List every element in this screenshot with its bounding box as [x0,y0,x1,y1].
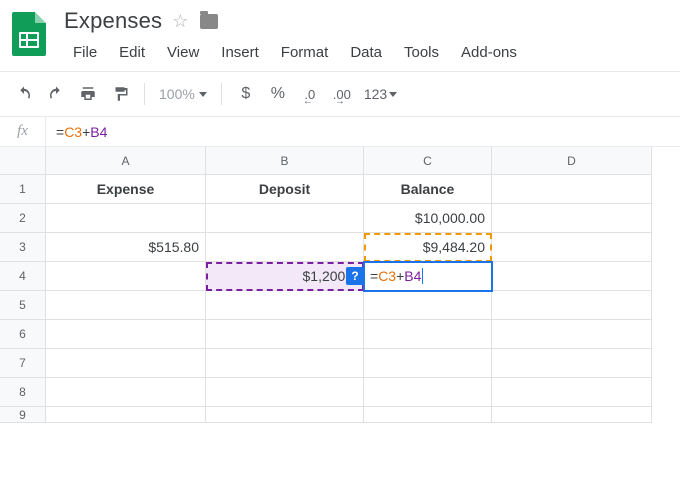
text-cursor [422,268,423,284]
formula-bar: fx =C3+B4 [0,117,680,147]
cell-C7[interactable] [364,349,492,378]
folder-icon[interactable] [200,14,218,29]
menu-bar: File Edit View Insert Format Data Tools … [64,40,668,65]
row-header-8[interactable]: 8 [0,378,46,407]
cell-C5[interactable] [364,291,492,320]
cell-B4[interactable]: $1,200.0 [206,262,364,291]
menu-edit[interactable]: Edit [110,40,154,65]
zoom-value: 100% [159,86,195,102]
cell-A7[interactable] [46,349,206,378]
select-all-corner[interactable] [0,147,46,175]
formula-input[interactable]: =C3+B4 [46,124,117,140]
menu-insert[interactable]: Insert [212,40,268,65]
cell-B1[interactable]: Deposit [206,175,364,204]
cell-A5[interactable] [46,291,206,320]
cell-B9[interactable] [206,407,364,423]
cell-C3[interactable]: $9,484.20 [364,233,492,262]
row-header-6[interactable]: 6 [0,320,46,349]
cell-C2[interactable]: $10,000.00 [364,204,492,233]
separator [144,83,145,105]
chevron-down-icon [199,92,207,97]
menu-file[interactable]: File [64,40,106,65]
redo-button[interactable] [42,80,70,108]
col-header-D[interactable]: D [492,147,652,175]
col-header-C[interactable]: C [364,147,492,175]
cell-D4[interactable] [492,262,652,291]
zoom-dropdown[interactable]: 100% [155,86,211,102]
row-header-9[interactable]: 9 [0,407,46,423]
menu-format[interactable]: Format [272,40,338,65]
chevron-down-icon [389,92,397,97]
separator [221,83,222,105]
more-formats-dropdown[interactable]: 123 [360,86,401,102]
row-header-3[interactable]: 3 [0,233,46,262]
menu-tools[interactable]: Tools [395,40,448,65]
document-title[interactable]: Expenses [64,8,162,34]
cell-C4[interactable]: ? =C3+B4 [364,262,492,291]
fx-label[interactable]: fx [0,117,46,146]
menu-data[interactable]: Data [341,40,391,65]
formula-help-icon[interactable]: ? [346,267,364,285]
row-header-4[interactable]: 4 [0,262,46,291]
increase-decimal-button[interactable]: .00→ [328,80,356,108]
cell-D5[interactable] [492,291,652,320]
row-header-1[interactable]: 1 [0,175,46,204]
format-currency-button[interactable]: $ [232,80,260,108]
col-header-A[interactable]: A [46,147,206,175]
menu-addons[interactable]: Add-ons [452,40,526,65]
col-header-B[interactable]: B [206,147,364,175]
row-header-7[interactable]: 7 [0,349,46,378]
cell-D1[interactable] [492,175,652,204]
decrease-decimal-button[interactable]: .0← [296,80,324,108]
more-formats-label: 123 [364,86,387,102]
cell-C8[interactable] [364,378,492,407]
menu-view[interactable]: View [158,40,208,65]
undo-button[interactable] [10,80,38,108]
cell-B8[interactable] [206,378,364,407]
cell-B2[interactable] [206,204,364,233]
row-header-2[interactable]: 2 [0,204,46,233]
row-header-5[interactable]: 5 [0,291,46,320]
cell-A9[interactable] [46,407,206,423]
cell-C1[interactable]: Balance [364,175,492,204]
sheets-logo[interactable] [12,8,52,60]
cell-D2[interactable] [492,204,652,233]
cell-A3[interactable]: $515.80 [46,233,206,262]
cell-A2[interactable] [46,204,206,233]
cell-C6[interactable] [364,320,492,349]
cell-D3[interactable] [492,233,652,262]
spreadsheet-grid: A B C D 1 Expense Deposit Balance 2 $10,… [0,147,680,423]
star-icon[interactable]: ☆ [172,11,188,32]
cell-B5[interactable] [206,291,364,320]
cell-B7[interactable] [206,349,364,378]
cell-D8[interactable] [492,378,652,407]
cell-A8[interactable] [46,378,206,407]
toolbar: 100% $ % .0← .00→ 123 [0,71,680,117]
cell-C9[interactable] [364,407,492,423]
cell-D7[interactable] [492,349,652,378]
print-button[interactable] [74,80,102,108]
format-percent-button[interactable]: % [264,80,292,108]
paint-format-button[interactable] [106,80,134,108]
cell-A4[interactable] [46,262,206,291]
cell-A1[interactable]: Expense [46,175,206,204]
cell-B3[interactable] [206,233,364,262]
cell-D6[interactable] [492,320,652,349]
cell-D9[interactable] [492,407,652,423]
cell-A6[interactable] [46,320,206,349]
cell-B6[interactable] [206,320,364,349]
